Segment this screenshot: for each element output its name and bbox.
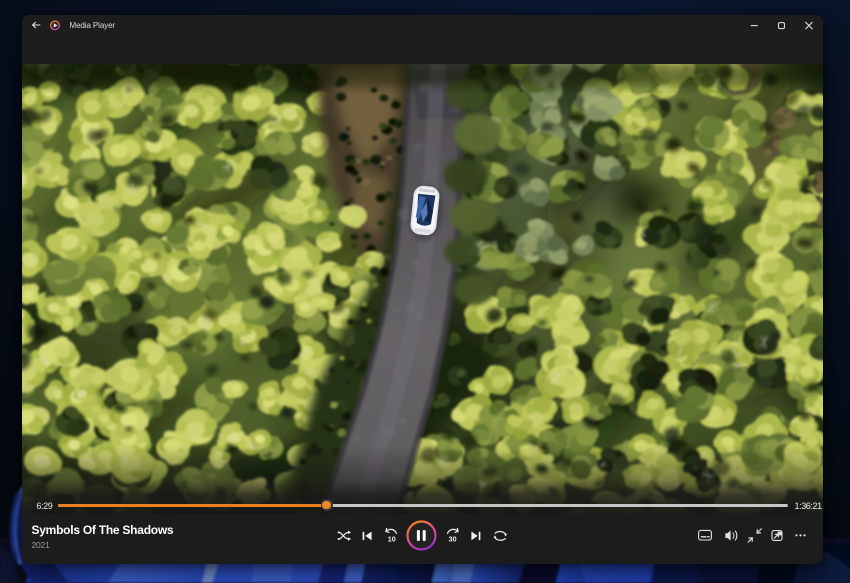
svg-text:30: 30 <box>449 534 457 543</box>
svg-text:10: 10 <box>388 534 396 543</box>
